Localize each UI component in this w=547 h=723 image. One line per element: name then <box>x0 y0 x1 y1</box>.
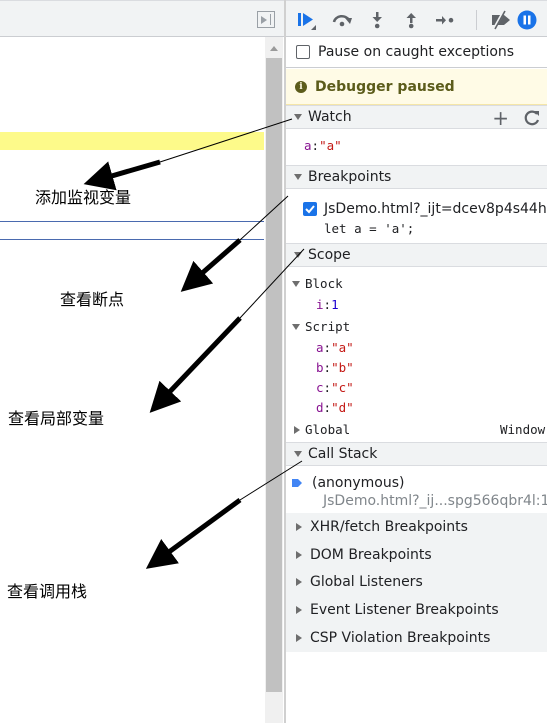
breakpoint-code: let a = 'a'; <box>324 221 415 236</box>
collapse-arrow-icon <box>296 578 302 586</box>
search-match-line <box>0 221 264 240</box>
breakpoint-item[interactable]: JsDemo.html?_ijt=dcev8p4s44h... <box>303 201 547 217</box>
csp-violation-breakpoints-header[interactable]: CSP Violation Breakpoints <box>286 624 547 652</box>
breakpoint-file: JsDemo.html?_ijt=dcev8p4s44h... <box>324 201 547 217</box>
event-listener-breakpoints-header[interactable]: Event Listener Breakpoints <box>286 596 547 624</box>
pause-exceptions-icon <box>517 10 537 30</box>
breakpoints-title: Breakpoints <box>308 169 392 185</box>
refresh-watch-icon[interactable] <box>523 109 541 127</box>
expand-arrow-icon <box>294 114 302 120</box>
step-into-button[interactable] <box>366 9 388 31</box>
sidebar-empty-area <box>286 652 547 723</box>
watch-item[interactable]: a: "a" <box>304 138 342 153</box>
step-into-icon <box>372 12 382 29</box>
scope-var[interactable]: a: "a" <box>316 340 354 355</box>
scrollbar-thumb[interactable] <box>266 58 282 692</box>
execution-line-highlight <box>0 132 264 150</box>
step-button[interactable] <box>434 9 456 31</box>
call-frame[interactable]: (anonymous) <box>286 475 404 491</box>
frame-name: (anonymous) <box>312 475 405 491</box>
frame-location[interactable]: JsDemo.html?_ij...spg566qbr4l:11 <box>323 493 547 509</box>
call-stack-section-header[interactable]: Call Stack <box>286 442 547 466</box>
debugger-paused-banner: i Debugger paused <box>286 69 547 105</box>
collapse-arrow-icon <box>296 606 302 614</box>
expand-arrow-icon <box>292 323 300 330</box>
collapse-arrow-icon <box>296 634 302 642</box>
pause-on-caught-checkbox[interactable] <box>296 45 310 59</box>
expand-arrow-icon <box>292 280 300 287</box>
expand-arrow-icon <box>294 451 302 457</box>
scope-title: Scope <box>308 247 351 263</box>
source-toolbar <box>0 0 285 37</box>
paused-label: Debugger paused <box>315 78 455 95</box>
scope-var[interactable]: c: "c" <box>316 380 354 395</box>
editor-scrollbar[interactable] <box>265 37 283 723</box>
watch-section-header[interactable]: Watch + <box>286 105 547 129</box>
breakpoints-section-header[interactable]: Breakpoints <box>286 165 547 189</box>
collapse-arrow-icon <box>296 523 302 531</box>
scope-var[interactable]: b: "b" <box>316 360 354 375</box>
dom-breakpoints-header[interactable]: DOM Breakpoints <box>286 541 547 569</box>
pause-on-caught-label: Pause on caught exceptions <box>318 44 515 60</box>
collapse-arrow-icon <box>294 425 300 434</box>
step-over-button[interactable] <box>331 9 353 31</box>
annotation-add-watch: 添加监视变量 <box>35 188 132 207</box>
global-listeners-header[interactable]: Global Listeners <box>286 568 547 596</box>
checkmark-icon <box>305 205 315 214</box>
step-over-icon <box>332 14 352 27</box>
annotation-view-breakpoints: 查看断点 <box>60 290 125 309</box>
collapse-arrow-icon <box>296 551 302 559</box>
expand-arrow-icon <box>294 252 302 258</box>
xhr-breakpoints-header[interactable]: XHR/fetch Breakpoints <box>286 513 547 541</box>
resume-icon <box>298 13 316 30</box>
add-watch-icon[interactable]: + <box>492 108 509 128</box>
debugger-sidebar: Pause on caught exceptions i Debugger pa… <box>286 0 547 723</box>
scope-group-block[interactable]: Block <box>292 276 343 291</box>
annotation-view-callstack: 查看调用栈 <box>7 582 88 601</box>
call-stack-title: Call Stack <box>308 446 378 462</box>
code-editor[interactable] <box>0 37 265 723</box>
scroll-up-icon[interactable] <box>270 46 278 51</box>
info-icon: i <box>295 80 307 93</box>
expand-arrow-icon <box>294 174 302 180</box>
scope-var[interactable]: d: "d" <box>316 400 354 415</box>
scope-section-header[interactable]: Scope <box>286 243 547 267</box>
debugger-toolbar <box>286 0 547 37</box>
global-value: Window <box>500 422 546 437</box>
pause-on-exceptions-button[interactable] <box>516 9 538 31</box>
step-out-button[interactable] <box>400 9 422 31</box>
breakpoint-checkbox[interactable] <box>303 202 317 216</box>
scope-group-global[interactable]: Global Window <box>294 422 547 437</box>
resume-button[interactable] <box>296 9 318 31</box>
toolbar-separator <box>476 10 477 30</box>
scope-var[interactable]: i: 1 <box>316 297 339 312</box>
pause-on-caught-exceptions[interactable]: Pause on caught exceptions <box>286 37 547 68</box>
current-frame-arrow-icon <box>292 479 302 487</box>
step-icon <box>436 16 454 25</box>
deactivate-breakpoints-button[interactable] <box>489 9 511 31</box>
deactivate-breakpoints-icon <box>492 10 510 30</box>
watch-title: Watch <box>308 109 352 125</box>
toggle-navigator-icon[interactable] <box>257 11 275 28</box>
annotation-view-locals: 查看局部变量 <box>8 409 105 428</box>
scope-group-script[interactable]: Script <box>292 319 350 334</box>
step-out-icon <box>406 13 416 29</box>
source-pane: 添加监视变量 查看断点 查看局部变量 查看调用栈 <box>0 0 285 723</box>
